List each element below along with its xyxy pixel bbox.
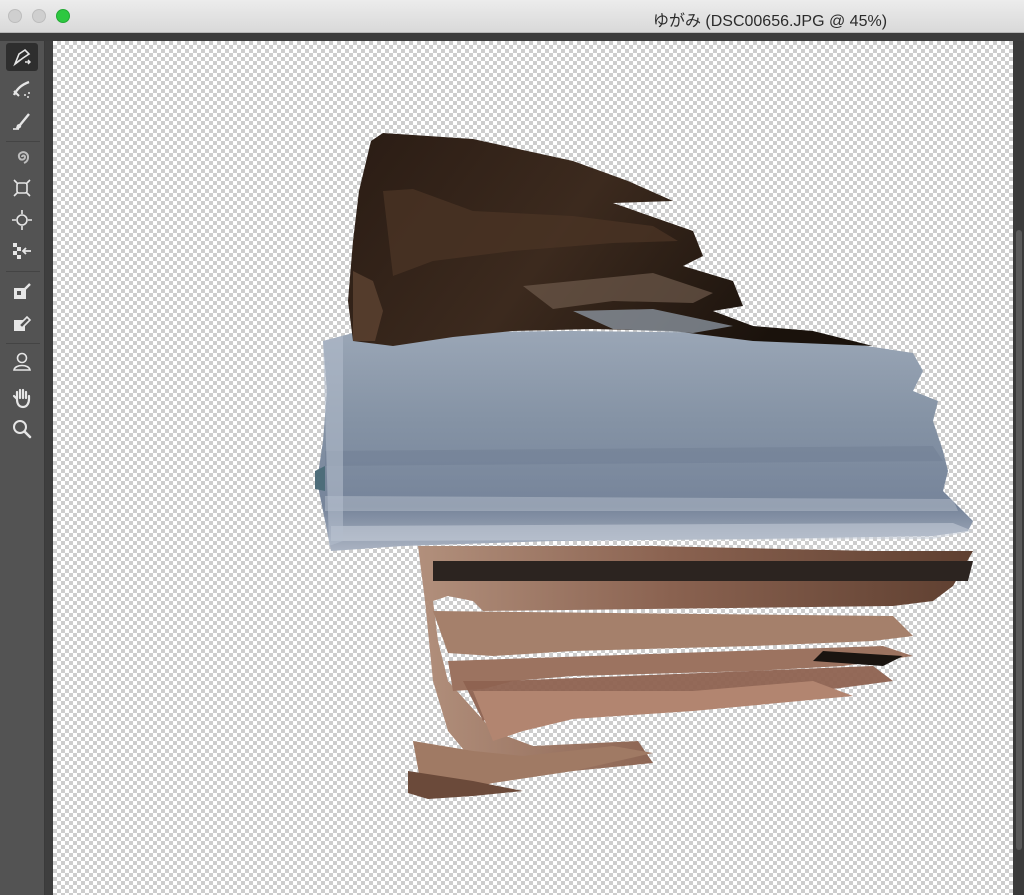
hand-tool-icon (12, 388, 31, 409)
pucker-tool-icon (13, 179, 31, 197)
pucker-tool-button[interactable] (6, 174, 38, 202)
close-window-button[interactable] (8, 9, 22, 23)
forward-warp-tool-button[interactable] (6, 43, 38, 71)
tool-separator (6, 343, 40, 344)
bloat-tool-button[interactable] (6, 206, 38, 234)
vertical-scrollbar[interactable] (1016, 230, 1022, 850)
forward-warp-tool-icon (13, 48, 31, 67)
zoom-tool-button[interactable] (6, 415, 38, 443)
window-title: ゆがみ (DSC00656.JPG @ 45%) (652, 13, 888, 30)
twirl-clockwise-tool-icon (17, 151, 30, 164)
thaw-mask-tool-icon (14, 315, 32, 331)
reconstruct-tool-icon (12, 80, 30, 98)
tools-panel (0, 41, 45, 895)
warped-photo (315, 133, 973, 799)
zoom-window-button[interactable] (56, 9, 70, 23)
freeze-mask-tool-button[interactable] (6, 278, 38, 306)
face-tool-icon (13, 352, 31, 371)
twirl-clockwise-tool-button[interactable] (6, 143, 38, 171)
minimize-window-button[interactable] (32, 9, 46, 23)
freeze-mask-tool-icon (14, 283, 31, 299)
thaw-mask-tool-button[interactable] (6, 310, 38, 338)
tool-separator (6, 141, 40, 142)
hand-tool-button[interactable] (6, 384, 38, 412)
zoom-tool-icon (13, 420, 32, 439)
push-left-tool-icon (13, 243, 31, 259)
smooth-tool-icon (13, 113, 30, 130)
tool-separator (6, 271, 40, 272)
title-bar: ゆがみ (DSC00656.JPG @ 45%) (0, 0, 1024, 33)
bloat-tool-icon (12, 210, 32, 230)
face-tool-button[interactable] (6, 347, 38, 375)
panel-gutter (45, 41, 53, 895)
liquify-canvas[interactable] (53, 41, 1013, 895)
reconstruct-tool-button[interactable] (6, 76, 38, 104)
options-strip (0, 33, 1024, 41)
push-left-tool-button[interactable] (6, 237, 38, 265)
smooth-tool-button[interactable] (6, 107, 38, 135)
